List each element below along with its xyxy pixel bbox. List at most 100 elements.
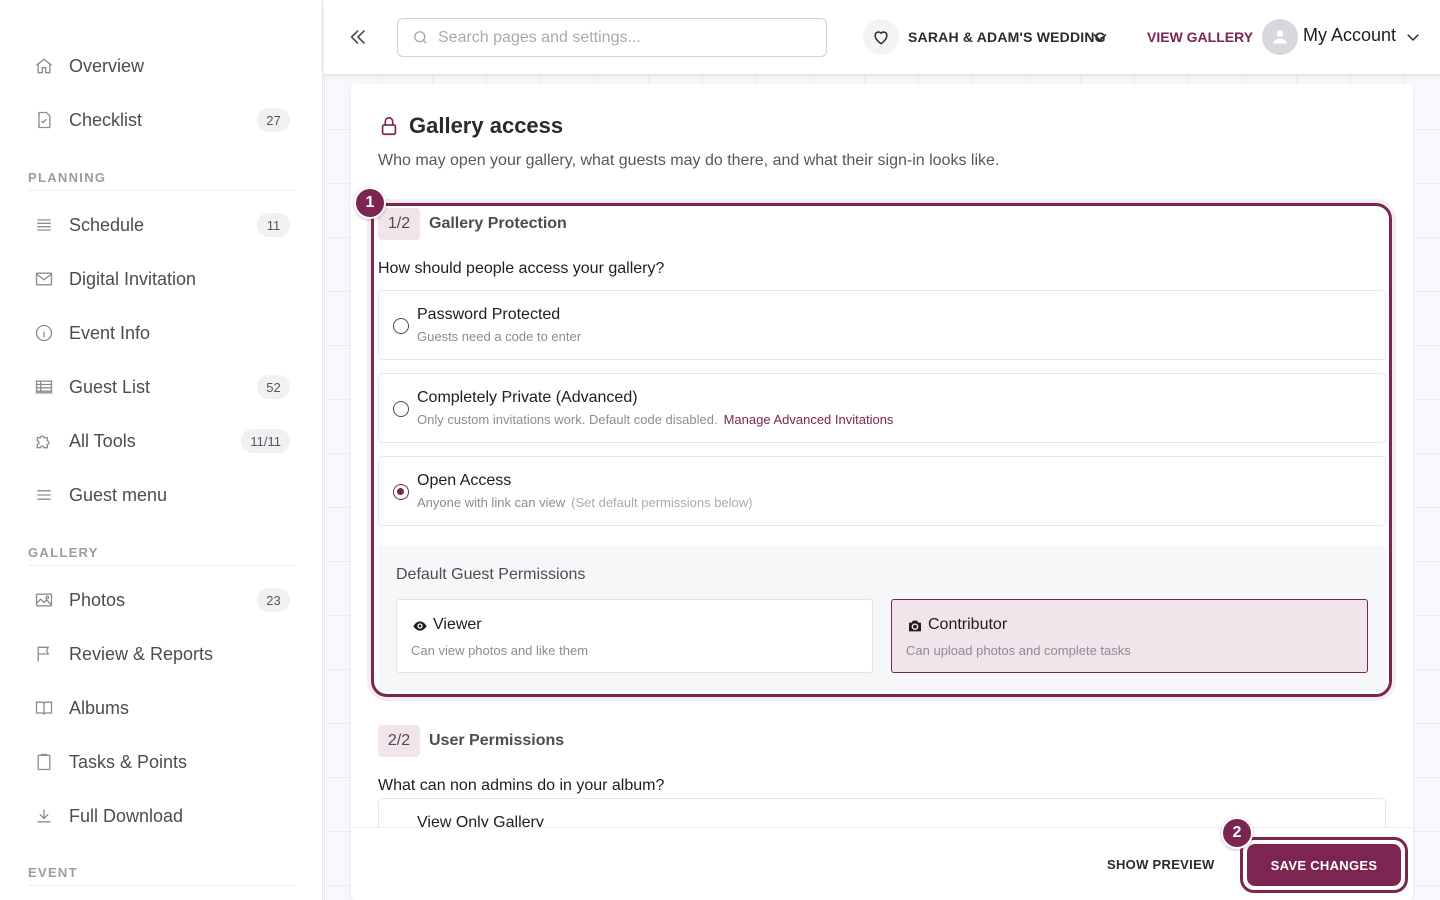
- sidebar-item-label: Guest menu: [69, 484, 168, 505]
- chevron-down-icon: [1093, 33, 1107, 42]
- user-permissions-question: What can non admins do in your album?: [378, 777, 665, 794]
- option-open-access[interactable]: Open Access Anyone with link can view (Se…: [378, 456, 1386, 526]
- protection-question: How should people access your gallery?: [378, 260, 665, 277]
- radio-button-selected[interactable]: [393, 484, 409, 500]
- sidebar-item-guest-list[interactable]: Guest List 52: [0, 364, 322, 410]
- permission-title: Contributor: [928, 616, 1008, 633]
- checklist-icon: [34, 110, 54, 130]
- download-icon: [34, 806, 54, 826]
- page-title: Gallery access: [409, 113, 564, 138]
- sidebar-item-digital-invitation[interactable]: Digital Invitation: [0, 256, 322, 302]
- option-description: Only custom invitations work. Default co…: [417, 412, 718, 427]
- sidebar-item-checklist[interactable]: Checklist 27: [0, 97, 322, 143]
- divider: [28, 565, 295, 566]
- permission-viewer[interactable]: Viewer Can view photos and like them: [396, 599, 873, 673]
- step-indicator: 2/2: [378, 725, 420, 757]
- sidebar-item-label: Albums: [69, 697, 130, 718]
- show-preview-button[interactable]: SHOW PREVIEW: [1107, 857, 1215, 872]
- account-menu[interactable]: My Account: [1303, 25, 1396, 46]
- count-badge: 11/11: [241, 429, 290, 453]
- sidebar-item-guest-menu[interactable]: Guest menu: [0, 472, 322, 518]
- search-icon: [414, 31, 427, 44]
- sidebar-item-tasks-points[interactable]: Tasks & Points: [0, 739, 322, 785]
- mail-icon: [34, 269, 54, 289]
- permissions-label: Default Guest Permissions: [396, 566, 586, 583]
- divider: [28, 190, 295, 191]
- sidebar-item-label: All Tools: [69, 430, 136, 451]
- count-badge: 27: [257, 108, 290, 132]
- option-title: Open Access: [417, 472, 512, 489]
- step-title: Gallery Protection: [429, 215, 567, 232]
- home-icon: [34, 56, 54, 76]
- count-badge: 23: [257, 588, 290, 612]
- option-note: (Set default permissions below): [571, 495, 753, 510]
- default-permissions-panel: Default Guest Permissions Viewer Can vie…: [378, 546, 1386, 692]
- event-dropdown[interactable]: [1090, 27, 1110, 52]
- sidebar-item-label: Guest List: [69, 376, 151, 397]
- sidebar: Overview Checklist 27 PLANNING Schedule …: [0, 0, 323, 900]
- radio-button[interactable]: [393, 401, 409, 417]
- sidebar-item-full-download[interactable]: Full Download: [0, 793, 322, 839]
- sidebar-item-label: Digital Invitation: [69, 268, 197, 289]
- clipboard-icon: [34, 752, 54, 772]
- sidebar-item-albums[interactable]: Albums: [0, 685, 322, 731]
- flag-icon: [34, 644, 54, 664]
- chevron-down-icon: [1407, 34, 1419, 42]
- option-description-wrap: Only custom invitations work. Default co…: [417, 412, 893, 427]
- sidebar-item-review-reports[interactable]: Review & Reports: [0, 631, 322, 677]
- search-input[interactable]: [438, 28, 808, 47]
- view-gallery-link[interactable]: VIEW GALLERY: [1147, 29, 1253, 45]
- save-changes-button[interactable]: SAVE CHANGES: [1247, 844, 1401, 886]
- section-label-event: EVENT: [28, 865, 78, 880]
- sidebar-item-overview[interactable]: Overview: [0, 43, 322, 89]
- option-password-protected[interactable]: Password Protected Guests need a code to…: [378, 290, 1386, 360]
- table-icon: [34, 377, 54, 397]
- lock-icon: [378, 114, 400, 143]
- sidebar-item-label: Overview: [69, 55, 145, 76]
- sidebar-item-label: Photos: [69, 589, 126, 610]
- option-description-wrap: Anyone with link can view (Set default pe…: [417, 495, 753, 510]
- heart-icon: [874, 31, 888, 45]
- option-description: Guests need a code to enter: [417, 329, 582, 344]
- sidebar-item-label: Schedule: [69, 214, 145, 235]
- sidebar-item-label: Full Download: [69, 805, 184, 826]
- radio-button[interactable]: [393, 318, 409, 334]
- info-icon: [34, 323, 54, 343]
- permission-description: Can upload photos and complete tasks: [906, 643, 1131, 658]
- divider: [28, 885, 295, 886]
- sidebar-item-label: Event Info: [69, 322, 151, 343]
- eye-icon: [411, 618, 429, 639]
- count-badge: 11: [257, 213, 290, 237]
- page-subtitle: Who may open your gallery, what guests m…: [378, 152, 1000, 169]
- event-name[interactable]: SARAH & ADAM'S WEDDING: [908, 29, 1106, 45]
- step-title: User Permissions: [429, 732, 565, 749]
- puzzle-icon: [34, 431, 54, 451]
- sidebar-item-schedule[interactable]: Schedule 11: [0, 202, 322, 248]
- avatar[interactable]: [1262, 19, 1298, 55]
- count-badge: 52: [257, 375, 290, 399]
- tour-marker-2: 2: [1221, 817, 1253, 849]
- user-icon: [1273, 30, 1287, 44]
- option-completely-private[interactable]: Completely Private (Advanced) Only custo…: [378, 373, 1386, 443]
- manage-invitations-link[interactable]: Manage Advanced Invitations: [724, 412, 894, 427]
- step-indicator: 1/2: [378, 208, 420, 240]
- permission-contributor[interactable]: Contributor Can upload photos and comple…: [891, 599, 1368, 673]
- search-box[interactable]: [397, 18, 827, 57]
- collapse-sidebar-button[interactable]: [344, 22, 372, 52]
- action-footer: SHOW PREVIEW SAVE CHANGES: [351, 827, 1413, 900]
- sidebar-item-photos[interactable]: Photos 23: [0, 577, 322, 623]
- camera-icon: [906, 618, 924, 639]
- option-description: Anyone with link can view: [417, 495, 566, 510]
- sidebar-item-all-tools[interactable]: All Tools 11/11: [0, 418, 322, 464]
- sidebar-item-label: Tasks & Points: [69, 751, 188, 772]
- event-heart-button[interactable]: [863, 19, 899, 55]
- schedule-icon: [34, 215, 54, 235]
- section-label-gallery: GALLERY: [28, 545, 99, 560]
- account-dropdown[interactable]: [1404, 28, 1422, 51]
- permission-title: Viewer: [433, 616, 482, 633]
- sidebar-item-event-info[interactable]: Event Info: [0, 310, 322, 356]
- option-title: Password Protected: [417, 306, 561, 323]
- permission-description: Can view photos and like them: [411, 643, 589, 658]
- sidebar-item-label: Checklist: [69, 109, 143, 130]
- image-icon: [34, 590, 54, 610]
